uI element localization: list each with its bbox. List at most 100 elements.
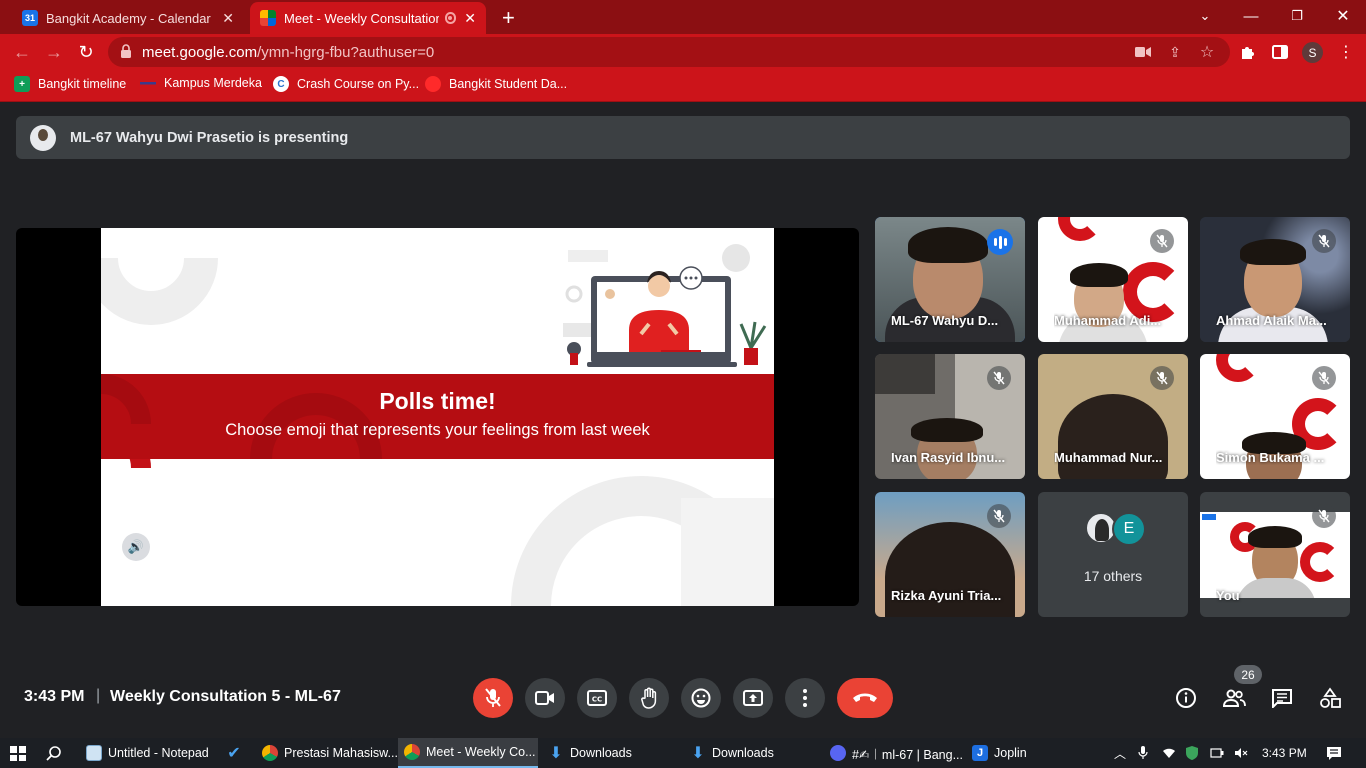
close-window-button[interactable]: ✕ xyxy=(1320,0,1366,32)
info-icon xyxy=(1176,688,1196,708)
present-screen-icon xyxy=(743,690,763,706)
speaking-indicator-icon xyxy=(987,229,1013,255)
back-icon[interactable]: ← xyxy=(10,40,34,64)
muted-mic-icon xyxy=(987,504,1011,528)
camera-toggle-button[interactable] xyxy=(525,678,565,718)
bookmark-crash-course[interactable]: C Crash Course on Py... xyxy=(273,76,419,92)
participant-tile-self[interactable]: You xyxy=(1200,492,1350,617)
slide-title: Polls time! xyxy=(379,388,496,414)
more-options-button[interactable] xyxy=(785,678,825,718)
checkmark-icon: ✔ xyxy=(227,745,241,762)
new-tab-button[interactable]: + xyxy=(496,2,526,34)
taskbar-clock[interactable]: 3:43 PM xyxy=(1262,746,1307,760)
forward-icon[interactable]: → xyxy=(42,40,66,64)
leave-call-button[interactable] xyxy=(837,678,893,718)
address-bar[interactable]: meet.google.com/ymn-hgrg-fbu?authuser=0 … xyxy=(108,37,1230,67)
taskbar-joplin[interactable]: J Joplin xyxy=(966,738,1066,768)
taskbar-downloads-1[interactable]: ⬇ Downloads xyxy=(542,738,678,768)
close-tab-icon[interactable]: ✕ xyxy=(222,10,234,27)
participant-tile[interactable]: ML-67 Wahyu D... xyxy=(875,217,1025,342)
present-now-button[interactable] xyxy=(733,678,773,718)
taskbar-todo[interactable]: ✔ xyxy=(220,738,250,768)
bookmark-kampus-merdeka[interactable]: Kampus Merdeka xyxy=(140,76,262,90)
lock-icon xyxy=(121,44,131,58)
volume-icon[interactable]: 🔊 xyxy=(122,533,150,561)
minimize-button[interactable]: — xyxy=(1228,0,1274,32)
microphone-tray-icon[interactable] xyxy=(1132,738,1154,768)
tab-search-icon[interactable]: ⌄ xyxy=(1182,0,1228,32)
browser-tab-strip: 31 Bangkit Academy - Calendar - Ev ✕ Mee… xyxy=(0,0,1366,34)
camera-in-use-icon[interactable] xyxy=(1134,44,1152,60)
participant-name: Ahmad Alaik Ma... xyxy=(1216,313,1327,328)
participant-name: Muhammad Adi... xyxy=(1054,313,1162,328)
hand-icon xyxy=(641,687,657,709)
recording-indicator-icon xyxy=(444,12,457,24)
taskbar-notepad[interactable]: Untitled - Notepad xyxy=(80,738,214,768)
muted-mic-icon xyxy=(1150,229,1174,253)
participant-tile[interactable]: Ahmad Alaik Ma... xyxy=(1200,217,1350,342)
muted-mic-icon xyxy=(1150,366,1174,390)
chrome-menu-icon[interactable]: ⋮ xyxy=(1336,42,1356,62)
coursera-icon: C xyxy=(273,76,289,92)
participant-avatar-letter: E xyxy=(1112,512,1146,546)
share-icon[interactable]: ⇪ xyxy=(1166,44,1184,60)
download-arrow-icon: ⬇ xyxy=(549,745,563,762)
defender-shield-icon[interactable] xyxy=(1180,738,1202,768)
taskbar-discord[interactable]: #✍︱ml-67 | Bang... xyxy=(824,738,963,768)
people-button[interactable] xyxy=(1221,685,1247,711)
presenting-banner: ML-67 Wahyu Dwi Prasetio is presenting xyxy=(16,116,1350,159)
bookmark-star-icon[interactable]: ☆ xyxy=(1198,44,1216,61)
search-icon[interactable] xyxy=(40,738,70,768)
notifications-icon[interactable] xyxy=(1320,738,1350,768)
tab-meet[interactable]: Meet - Weekly Consultation ✕ xyxy=(250,2,486,34)
meeting-details-button[interactable] xyxy=(1173,685,1199,711)
taskbar-chrome-prestasi[interactable]: Prestasi Mahasisw... xyxy=(256,738,398,768)
muted-mic-icon xyxy=(1312,366,1336,390)
participant-count-badge: 26 xyxy=(1234,665,1262,684)
bookmark-bangkit-student[interactable]: Bangkit Student Da... xyxy=(425,76,567,92)
participant-name: Rizka Ayuni Tria... xyxy=(891,588,1002,603)
participant-tile[interactable]: Muhammad Nur... xyxy=(1038,354,1188,479)
presenter-avatar xyxy=(30,124,56,151)
participant-name: You xyxy=(1216,588,1240,603)
chat-icon xyxy=(1272,689,1292,708)
download-arrow-icon: ⬇ xyxy=(691,745,705,762)
emoji-icon xyxy=(691,688,711,708)
reload-icon[interactable]: ↻ xyxy=(74,40,98,64)
activities-button[interactable] xyxy=(1317,685,1343,711)
side-panel-icon[interactable] xyxy=(1270,42,1290,62)
volume-muted-icon[interactable] xyxy=(1228,738,1250,768)
participant-name: ML-67 Wahyu D... xyxy=(891,313,999,328)
participant-tile[interactable]: Simon Bukama ... xyxy=(1200,354,1350,479)
windows-taskbar: Untitled - Notepad ✔ Prestasi Mahasisw..… xyxy=(0,738,1366,768)
activities-shapes-icon xyxy=(1320,687,1341,708)
battery-plug-icon[interactable] xyxy=(1204,738,1226,768)
bookmarks-bar: + Bangkit timeline Kampus Merdeka C Cras… xyxy=(0,70,1366,102)
reactions-button[interactable] xyxy=(681,678,721,718)
taskbar-downloads-2[interactable]: ⬇ Downloads xyxy=(684,738,820,768)
meet-window: ML-67 Wahyu Dwi Prasetio is presenting P… xyxy=(0,103,1366,738)
chat-button[interactable] xyxy=(1269,685,1295,711)
url-text: meet.google.com/ymn-hgrg-fbu?authuser=0 xyxy=(142,44,435,61)
restore-button[interactable]: ❐ xyxy=(1274,0,1320,32)
windows-start-icon[interactable] xyxy=(10,746,26,761)
others-tile[interactable]: E 17 others xyxy=(1038,492,1188,617)
participant-tile[interactable]: Ivan Rasyid Ibnu... xyxy=(875,354,1025,479)
extensions-puzzle-icon[interactable] xyxy=(1238,42,1258,62)
close-tab-icon[interactable]: ✕ xyxy=(464,10,476,27)
show-hidden-icons-chevron-icon[interactable]: ︿ xyxy=(1108,738,1130,768)
microphone-toggle-button[interactable] xyxy=(473,678,513,718)
taskbar-chrome-meet[interactable]: Meet - Weekly Co... xyxy=(398,738,538,768)
tab-calendar[interactable]: 31 Bangkit Academy - Calendar - Ev ✕ xyxy=(12,2,244,34)
profile-avatar[interactable]: S xyxy=(1302,42,1323,63)
captions-button[interactable]: CC xyxy=(577,678,617,718)
more-vert-icon xyxy=(803,689,807,707)
wifi-icon[interactable] xyxy=(1156,738,1178,768)
participant-name: Ivan Rasyid Ibnu... xyxy=(891,450,1006,465)
bookmark-bangkit-timeline[interactable]: + Bangkit timeline xyxy=(14,76,126,92)
raise-hand-button[interactable] xyxy=(629,678,669,718)
meeting-clock: 3:43 PM xyxy=(24,688,85,705)
participant-tile[interactable]: Muhammad Adi... xyxy=(1038,217,1188,342)
participant-tile[interactable]: Rizka Ayuni Tria... xyxy=(875,492,1025,617)
presentation-stage[interactable]: Polls time! Choose emoji that represents… xyxy=(16,228,859,606)
